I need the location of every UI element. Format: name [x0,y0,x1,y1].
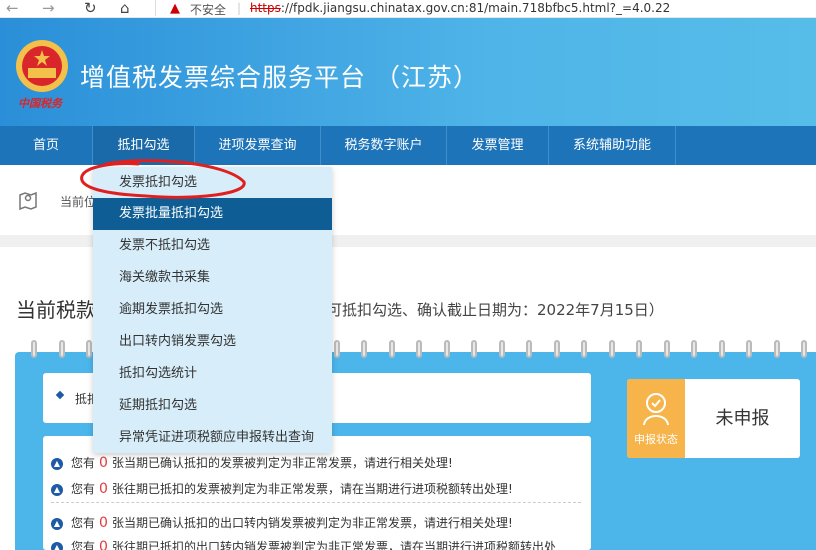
user-status-icon [643,393,669,426]
bell-icon: ▲ [51,483,63,496]
notice-prefix: 您有 [71,456,96,470]
deduction-dropdown-menu: 发票抵扣勾选 发票批量抵扣勾选 发票不抵扣勾选 海关缴款书采集 逾期发票抵扣勾选… [93,167,332,453]
notebook-ring [498,340,505,358]
notice-divider [51,502,581,503]
location-icon [19,191,37,211]
notebook-ring [86,340,92,358]
menu-item-deduction-statistics[interactable]: 抵扣勾选统计 [93,358,332,390]
notebook-ring [333,340,340,358]
back-arrow-icon[interactable]: ← [6,0,19,16]
notebook-ring [443,340,450,358]
bell-icon: ▲ [51,457,63,470]
menu-item-customs-collection[interactable]: 海关缴款书采集 [93,262,332,294]
menu-item-export-domestic-select[interactable]: 出口转内销发票勾选 [93,326,332,358]
menu-item-batch-deduction-select[interactable]: 发票批量抵扣勾选 [93,198,332,230]
notice-count[interactable]: 0 [99,539,108,550]
menu-item-invoice-query[interactable]: 进项发票查询 [195,126,321,165]
bell-icon: ▲ [51,541,63,550]
period-heading: 当前税款 [16,298,96,322]
notebook-ring [471,340,477,358]
status-label: 申报状态 [634,433,678,446]
notice-text: 张当期已确认抵扣的发票被判定为非正常发票，请进行相关处理! [111,456,453,470]
url-protocol: https [250,1,281,15]
menu-item-abnormal-voucher-query[interactable]: 异常凭证进项税额应申报转出查询 [93,422,332,454]
notice-count[interactable]: 0 [99,455,108,471]
url-separator: | [237,1,242,15]
notebook-ring [31,340,37,358]
site-header: 中国税务 增值税发票综合服务平台 （江苏） [0,18,816,126]
period-deadline-text: 期可抵扣勾选、确认截止日期为：2022年7月15日） [312,301,664,319]
notice-item: ▲ 您有 0 张往期已抵扣的发票被判定为非正常发票，请在当期进行进项税额转出处理! [51,480,513,497]
security-warning-text[interactable]: 不安全 [190,1,226,18]
notebook-ring [388,340,395,358]
status-icon-box: 申报状态 [627,379,685,458]
notebook-ring [58,340,65,358]
notebook-ring [691,340,697,358]
notebook-ring [663,340,670,358]
address-bar[interactable]: https://fpdk.jiangsu.chinatax.gov.cn:81/… [250,1,670,15]
menu-item-home[interactable]: 首页 [0,126,93,165]
notice-text: 张往期已抵扣的发票被判定为非正常发票，请在当期进行进项税额转出处理! [111,482,513,496]
menu-item-invoice-management[interactable]: 发票管理 [447,126,549,165]
toolbar-divider [155,0,156,16]
notebook-ring [553,340,560,358]
notebook-ring [361,340,367,358]
home-icon[interactable]: ⌂ [120,0,130,16]
notice-item: ▲ 您有 0 张往期已抵扣的出口转内销发票被判定为非正常发票，请在当期进行进项税额转出… [51,538,556,550]
bell-icon: ▲ [51,517,63,530]
menu-item-system-assist[interactable]: 系统辅助功能 [549,126,676,165]
status-value: 未申报 [715,408,770,429]
notebook-ring [773,340,780,358]
notebook-ring [746,340,752,358]
notice-text: 张往期已抵扣的出口转内销发票被判定为非正常发票，请在当期进行进项税额转出处 [111,540,556,550]
main-menu: 首页 抵扣勾选 进项发票查询 税务数字账户 发票管理 系统辅助功能 [0,126,816,165]
logo-text: 中国税务 [18,97,62,110]
forward-arrow-icon[interactable]: → [42,0,55,16]
browser-toolbar: ← → ↻ ⌂ ▲ 不安全 | https://fpdk.jiangsu.chi… [0,0,816,18]
notice-count[interactable]: 0 [99,481,108,497]
notebook-ring [608,340,615,358]
notebook-ring [718,340,725,358]
notice-count[interactable]: 0 [99,515,108,531]
notice-prefix: 您有 [71,482,96,496]
notebook-ring [801,340,807,358]
notice-item: ▲ 您有 0 张当期已确认抵扣的出口转内销发票被判定为非正常发票，请进行相关处理! [51,514,513,531]
breadcrumb-label: 当前位 [60,195,97,209]
menu-item-deduction[interactable]: 抵扣勾选 [93,126,195,165]
menu-item-digital-account[interactable]: 税务数字账户 [321,126,447,165]
tax-emblem-icon [16,40,68,92]
menu-item-invoice-deduction-select[interactable]: 发票抵扣勾选 [93,167,332,199]
menu-item-non-deduction-select[interactable]: 发票不抵扣勾选 [93,230,332,262]
declaration-status-card[interactable]: 申报状态 未申报 [627,379,800,458]
notebook-ring [416,340,422,358]
reload-icon[interactable]: ↻ [84,0,97,16]
notice-prefix: 您有 [71,540,96,550]
notebook-ring [526,340,532,358]
notebook-ring [636,340,642,358]
warning-icon[interactable]: ▲ [170,1,180,16]
menu-item-overdue-deduction[interactable]: 逾期发票抵扣勾选 [93,294,332,326]
notice-item: ▲ 您有 0 张当期已确认抵扣的发票被判定为非正常发票，请进行相关处理! [51,454,453,471]
site-title: 增值税发票综合服务平台 （江苏） [80,63,479,92]
notice-prefix: 您有 [71,516,96,530]
notice-text: 张当期已确认抵扣的出口转内销发票被判定为非正常发票，请进行相关处理! [111,516,513,530]
url-path: ://fpdk.jiangsu.chinatax.gov.cn:81/main.… [280,1,671,15]
bullet-icon [55,390,65,400]
notebook-ring [581,340,587,358]
menu-item-deferred-deduction[interactable]: 延期抵扣勾选 [93,390,332,422]
